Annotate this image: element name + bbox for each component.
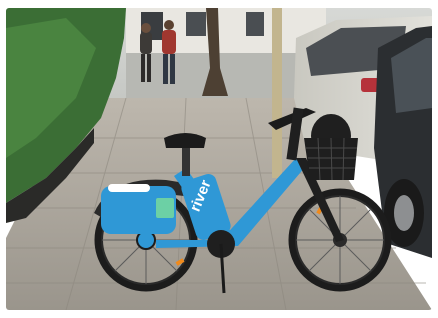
wooden-post	[272, 8, 282, 178]
front-basket	[304, 137, 358, 181]
building-window	[186, 12, 206, 36]
photo-frame: river	[6, 8, 432, 310]
rear-sticker	[108, 184, 150, 192]
seat-post	[182, 148, 190, 176]
street-scene-photo: river	[6, 8, 432, 310]
qr-code-sticker	[156, 198, 174, 218]
building-window	[246, 12, 264, 36]
